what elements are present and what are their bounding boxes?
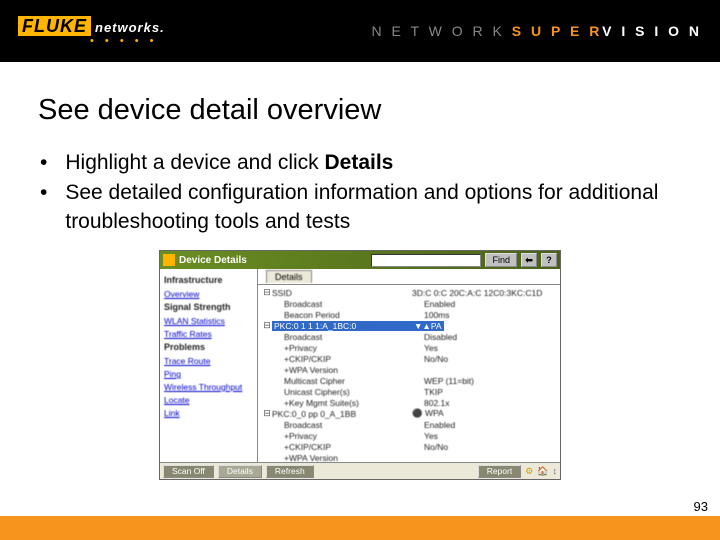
logo-brand-bold: FLUKE (18, 16, 91, 36)
logo-dots: • • • • • (90, 35, 165, 47)
tab-bar: Details (258, 269, 560, 285)
status-icon: 🏠 (537, 466, 548, 477)
main-panel: Details ⊟SSID3D:C 0:C 20C:A:C 12C0:3KC:C… (258, 269, 560, 463)
embedded-screenshot: Device Details Find ⬅ ? Infrastructure O… (159, 250, 561, 480)
back-button[interactable]: ⬅ (521, 253, 537, 267)
table-row[interactable]: ⊟SSID3D:C 0:C 20C:A:C 12C0:3KC:C1D (262, 287, 560, 298)
app-icon (163, 254, 175, 266)
sidebar-link[interactable]: Overview (164, 289, 257, 299)
tagline: N E T W O R K S U P E RV I S I O N (372, 23, 702, 39)
sidebar-link[interactable]: Locate (164, 395, 257, 405)
table-row[interactable]: +WPA Version (262, 364, 560, 375)
search-dropdown[interactable] (371, 254, 481, 267)
window-title: Device Details (179, 255, 247, 266)
row-key: +CKIP/CKIP (284, 442, 424, 452)
find-button[interactable]: Find (485, 253, 517, 267)
row-value: Enabled (424, 299, 455, 309)
row-key: SSID (272, 288, 412, 298)
window-titlebar: Device Details Find ⬅ ? (160, 251, 560, 269)
logo-brand-rest: networks. (95, 20, 165, 35)
bullet-list: Highlight a device and click Details See… (38, 149, 682, 236)
row-value: Yes (424, 343, 438, 353)
sidebar-heading: Infrastructure (164, 275, 257, 285)
row-key: Broadcast (284, 332, 424, 342)
details-grid: ⊟SSID3D:C 0:C 20C:A:C 12C0:3KC:C1DBroadc… (258, 285, 560, 463)
slide-title: See device detail overview (38, 94, 682, 127)
sidebar-link[interactable]: WLAN Statistics (164, 316, 257, 326)
sidebar: Infrastructure Overview Signal Strength … (160, 269, 258, 463)
sidebar-link[interactable]: Trace Route (164, 356, 257, 366)
row-key: PKC:0_0 pp 0_A_1BB (272, 409, 412, 419)
status-icon: ↕ (553, 466, 558, 476)
table-row[interactable]: Beacon Period100ms (262, 309, 560, 320)
row-key: +CKIP/CKIP (284, 354, 424, 364)
row-key: Unicast Cipher(s) (284, 387, 424, 397)
table-row[interactable]: BroadcastEnabled (262, 298, 560, 309)
status-icon: ⚙ (525, 466, 533, 477)
row-value: Disabled (424, 332, 457, 342)
row-value: Enabled (424, 420, 455, 430)
table-row[interactable]: +CKIP/CKIPNo/No (262, 441, 560, 452)
row-key: Multicast Cipher (284, 376, 424, 386)
row-key: +WPA Version (284, 365, 424, 375)
tree-toggle-icon[interactable]: ⊟ (262, 287, 272, 298)
row-value: No/No (424, 442, 448, 452)
row-value: No/No (424, 354, 448, 364)
table-row[interactable]: BroadcastEnabled (262, 419, 560, 430)
row-key: Beacon Period (284, 310, 424, 320)
row-value: 802.1x (424, 398, 450, 408)
sidebar-heading: Problems (164, 342, 257, 352)
table-row[interactable]: +PrivacyYes (262, 342, 560, 353)
report-button[interactable]: Report (478, 465, 522, 478)
details-button[interactable]: Details (218, 465, 262, 478)
sidebar-link[interactable]: Traffic Rates (164, 329, 257, 339)
table-row[interactable]: ⊟PKC:0_0 pp 0_A_1BB⚫ WPA (262, 408, 560, 419)
help-button[interactable]: ? (541, 253, 557, 267)
table-row[interactable]: BroadcastDisabled (262, 331, 560, 342)
sidebar-link[interactable]: Wireless Throughput (164, 382, 257, 392)
row-key: Broadcast (284, 299, 424, 309)
slide-header: FLUKE networks. • • • • • N E T W O R K S… (0, 0, 720, 62)
row-key: +Privacy (284, 431, 424, 441)
row-value: 100ms (424, 310, 450, 320)
row-value: TKIP (424, 387, 443, 397)
row-key: PKC:0 1 1 1:A_1BC:0 (272, 321, 412, 331)
row-key: Broadcast (284, 420, 424, 430)
list-item: See detailed configuration information a… (38, 179, 682, 236)
bottom-toolbar: Scan Off Details Refresh Report ⚙ 🏠 ↕ (160, 462, 560, 479)
table-row[interactable]: +Key Mgmt Suite(s)802.1x (262, 397, 560, 408)
tree-toggle-icon[interactable]: ⊟ (262, 408, 272, 419)
row-value: ▼▲PA (412, 321, 444, 331)
slide-content: See device detail overview Highlight a d… (0, 62, 720, 480)
sidebar-link[interactable]: Ping (164, 369, 257, 379)
refresh-button[interactable]: Refresh (266, 465, 314, 478)
sidebar-heading: Signal Strength (164, 302, 257, 312)
row-value: ⚫ WPA (412, 408, 444, 419)
row-key: +Key Mgmt Suite(s) (284, 398, 424, 408)
table-row[interactable]: Multicast CipherWEP (11=bit) (262, 375, 560, 386)
fluke-logo: FLUKE networks. • • • • • (18, 16, 165, 47)
table-row[interactable]: +CKIP/CKIPNo/No (262, 353, 560, 364)
page-number: 93 (694, 499, 708, 514)
row-value: WEP (11=bit) (424, 376, 474, 386)
tab-details[interactable]: Details (266, 270, 312, 283)
sidebar-link[interactable]: Link (164, 408, 257, 418)
row-value: Yes (424, 431, 438, 441)
row-key: +WPA Version (284, 453, 424, 463)
footer-bar (0, 516, 720, 540)
row-key: +Privacy (284, 343, 424, 353)
tree-toggle-icon[interactable]: ⊟ (262, 320, 272, 331)
scan-button[interactable]: Scan Off (163, 465, 214, 478)
list-item: Highlight a device and click Details (38, 149, 682, 177)
table-row[interactable]: +PrivacyYes (262, 430, 560, 441)
table-row[interactable]: Unicast Cipher(s)TKIP (262, 386, 560, 397)
table-row[interactable]: ⊟PKC:0 1 1 1:A_1BC:0▼▲PA (262, 320, 560, 331)
row-value: 3D:C 0:C 20C:A:C 12C0:3KC:C1D (412, 288, 542, 298)
